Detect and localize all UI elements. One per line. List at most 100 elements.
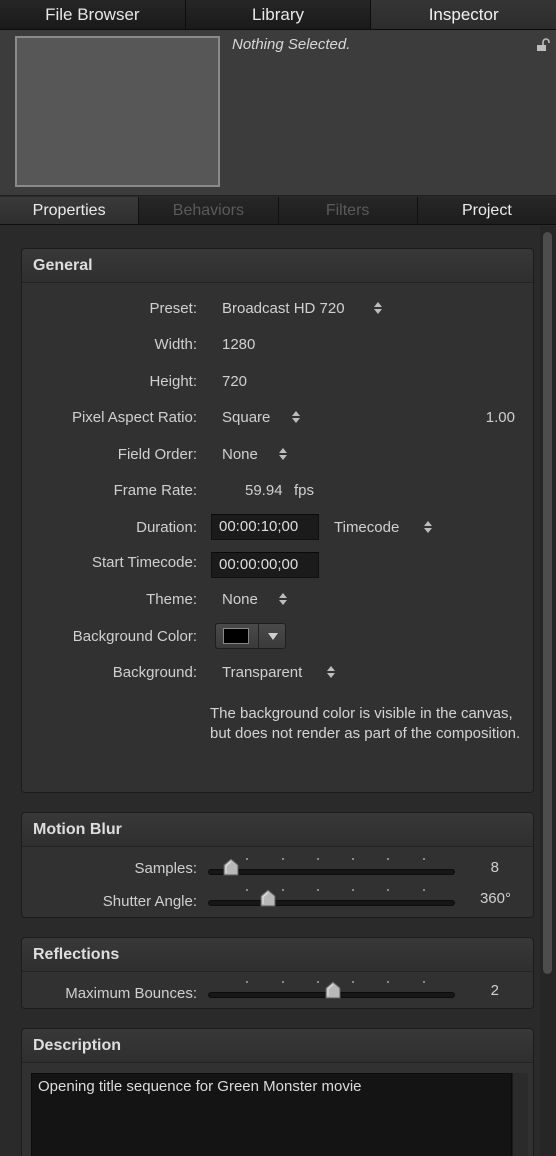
duration-field[interactable]: 00:00:10;00 bbox=[211, 514, 319, 540]
general-panel: General Preset: Broadcast HD 720 Width: … bbox=[21, 248, 534, 793]
max-bounces-slider-knob[interactable] bbox=[325, 981, 341, 999]
duration-label: Duration: bbox=[136, 519, 197, 536]
height-label: Height: bbox=[149, 373, 197, 390]
preset-popup[interactable]: Broadcast HD 720 bbox=[222, 300, 345, 317]
reflections-panel: Reflections Maximum Bounces: 2 bbox=[21, 937, 534, 1009]
field-order-stepper-icon[interactable] bbox=[279, 447, 289, 463]
reflections-title: Reflections bbox=[22, 938, 533, 972]
description-title: Description bbox=[22, 1029, 533, 1063]
unlock-icon[interactable] bbox=[536, 38, 550, 52]
slider-tick bbox=[281, 981, 284, 983]
duration-format-popup[interactable]: Timecode bbox=[334, 519, 399, 536]
shutter-angle-slider-knob[interactable] bbox=[260, 889, 276, 907]
slider-tick bbox=[387, 981, 390, 983]
slider-tick bbox=[352, 858, 355, 860]
preset-row: Preset: Broadcast HD 720 bbox=[22, 297, 535, 321]
tab-behaviors[interactable]: Behaviors bbox=[139, 197, 279, 224]
samples-row: Samples: 8 bbox=[22, 857, 535, 881]
frame-rate-row: Frame Rate: 59.94 fps bbox=[22, 479, 535, 503]
background-stepper-icon[interactable] bbox=[327, 665, 337, 681]
preset-label: Preset: bbox=[149, 300, 197, 317]
duration-format-stepper-icon[interactable] bbox=[424, 520, 434, 536]
motion-blur-panel: Motion Blur Samples: 8 Shutter Angle: 36… bbox=[21, 812, 534, 918]
slider-tick bbox=[352, 889, 355, 891]
description-scrollbar[interactable] bbox=[512, 1073, 528, 1156]
height-value[interactable]: 720 bbox=[222, 373, 247, 390]
width-value[interactable]: 1280 bbox=[222, 336, 255, 353]
width-row: Width: 1280 bbox=[22, 333, 535, 357]
tab-file-browser[interactable]: File Browser bbox=[0, 0, 186, 29]
slider-tick bbox=[281, 889, 284, 891]
tab-inspector[interactable]: Inspector bbox=[371, 0, 556, 29]
samples-slider-knob[interactable] bbox=[223, 858, 239, 876]
pixel-aspect-stepper-icon[interactable] bbox=[292, 410, 302, 426]
background-label: Background: bbox=[112, 664, 197, 681]
frame-rate-unit: fps bbox=[294, 482, 315, 499]
pixel-aspect-popup[interactable]: Square bbox=[222, 409, 270, 426]
tab-library[interactable]: Library bbox=[185, 0, 372, 29]
slider-tick bbox=[387, 858, 390, 860]
shutter-angle-row: Shutter Angle: 360° bbox=[22, 889, 535, 914]
slider-tick bbox=[422, 889, 425, 891]
tab-project[interactable]: Project bbox=[417, 197, 556, 224]
slider-tick bbox=[422, 981, 425, 983]
color-swatch[interactable] bbox=[223, 628, 249, 644]
slider-tick bbox=[352, 981, 355, 983]
shutter-angle-label: Shutter Angle: bbox=[102, 893, 197, 910]
background-color-row: Background Color: bbox=[22, 623, 535, 649]
slider-tick bbox=[316, 889, 319, 891]
background-color-label: Background Color: bbox=[72, 628, 197, 645]
slider-tick bbox=[281, 858, 284, 860]
preset-stepper-icon[interactable] bbox=[374, 301, 384, 317]
slider-tick bbox=[316, 858, 319, 860]
slider-tick bbox=[246, 858, 249, 860]
start-timecode-row: Start Timecode: 00:00:00;00 bbox=[22, 552, 535, 580]
description-panel: Description Opening title sequence for G… bbox=[21, 1028, 534, 1156]
slider-tick bbox=[316, 981, 319, 983]
slider-tick bbox=[246, 889, 249, 891]
frame-rate-label: Frame Rate: bbox=[113, 482, 197, 499]
theme-popup[interactable]: None bbox=[222, 591, 258, 608]
max-bounces-slider[interactable] bbox=[208, 981, 455, 999]
selection-status: Nothing Selected. bbox=[232, 36, 351, 53]
tab-filters[interactable]: Filters bbox=[278, 197, 418, 224]
scrollbar-thumb[interactable] bbox=[543, 232, 552, 974]
samples-value[interactable]: 8 bbox=[439, 859, 499, 876]
slider-tick bbox=[387, 889, 390, 891]
samples-slider[interactable] bbox=[208, 858, 455, 876]
chevron-down-icon[interactable] bbox=[258, 624, 286, 648]
tab-properties[interactable]: Properties bbox=[0, 197, 140, 224]
inspector-scrollbar[interactable] bbox=[540, 226, 556, 1156]
inspector-preview: Nothing Selected. bbox=[0, 30, 556, 196]
shutter-angle-slider[interactable] bbox=[208, 889, 455, 907]
max-bounces-value[interactable]: 2 bbox=[439, 982, 499, 999]
duration-row: Duration: 00:00:10;00 Timecode bbox=[22, 514, 535, 542]
frame-rate-value[interactable]: 59.94 bbox=[245, 482, 283, 499]
max-bounces-row: Maximum Bounces: 2 bbox=[22, 981, 535, 1006]
properties-content: General Preset: Broadcast HD 720 Width: … bbox=[0, 226, 540, 1156]
field-order-popup[interactable]: None bbox=[222, 446, 258, 463]
preview-thumbnail bbox=[15, 36, 220, 187]
field-order-row: Field Order: None bbox=[22, 443, 535, 467]
general-title: General bbox=[22, 249, 533, 283]
theme-row: Theme: None bbox=[22, 588, 535, 612]
top-tab-bar: File Browser Library Inspector bbox=[0, 0, 556, 30]
pixel-aspect-ratio-value: 1.00 bbox=[485, 409, 515, 426]
description-textarea[interactable]: Opening title sequence for Green Monster… bbox=[31, 1073, 512, 1156]
start-timecode-field[interactable]: 00:00:00;00 bbox=[211, 552, 319, 578]
field-order-label: Field Order: bbox=[117, 446, 197, 463]
background-note: The background color is visible in the c… bbox=[210, 705, 521, 742]
inspector-tab-bar: Properties Behaviors Filters Project bbox=[0, 197, 556, 225]
background-color-well[interactable] bbox=[215, 623, 286, 649]
theme-stepper-icon[interactable] bbox=[279, 592, 289, 608]
theme-label: Theme: bbox=[146, 591, 197, 608]
width-label: Width: bbox=[154, 336, 197, 353]
height-row: Height: 720 bbox=[22, 370, 535, 394]
pixel-aspect-row: Pixel Aspect Ratio: Square 1.00 bbox=[22, 406, 535, 430]
shutter-angle-value[interactable]: 360° bbox=[451, 890, 511, 907]
background-popup[interactable]: Transparent bbox=[222, 664, 302, 681]
pixel-aspect-label: Pixel Aspect Ratio: bbox=[71, 409, 197, 426]
slider-tick bbox=[422, 858, 425, 860]
slider-tick bbox=[246, 981, 249, 983]
start-timecode-label: Start Timecode: bbox=[91, 554, 197, 571]
